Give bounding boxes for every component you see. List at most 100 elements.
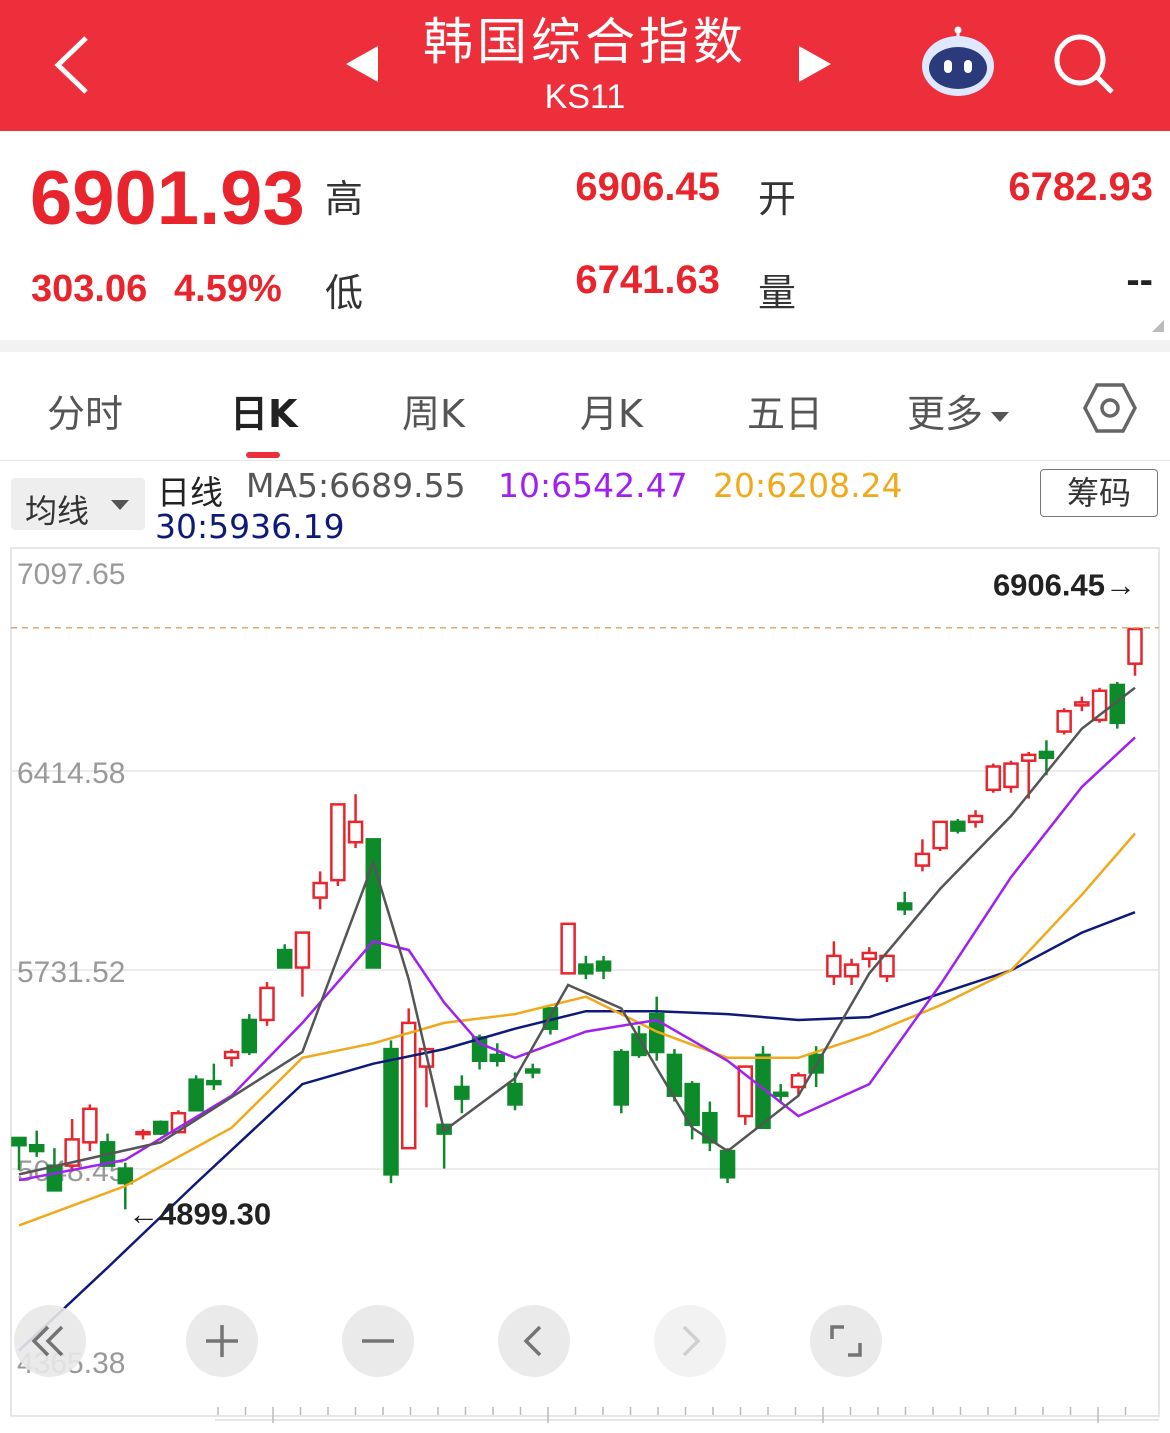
settings-hexagon-icon[interactable]: [1082, 380, 1138, 436]
high-label: 高: [325, 177, 364, 221]
candle-body: [985, 765, 1002, 792]
candle-body: [826, 954, 842, 978]
candle-body: [1056, 709, 1072, 733]
ma30-line: [18, 911, 1136, 1352]
zoom-in-button[interactable]: [186, 1305, 258, 1377]
ma5-value: MA5:6689.55: [246, 466, 466, 505]
fullscreen-button[interactable]: [810, 1305, 882, 1377]
candle-body: [950, 820, 966, 832]
high-value: 6906.45: [575, 165, 720, 209]
tab-intraday[interactable]: 分时: [47, 383, 123, 438]
candles-layer: [11, 627, 1143, 1210]
corner-triangle-icon: [1152, 320, 1164, 332]
next-index-icon[interactable]: [797, 44, 833, 84]
section-divider: [0, 340, 1170, 352]
candle-body: [188, 1078, 204, 1112]
tab-five-day[interactable]: 五日: [747, 383, 823, 438]
candle-body: [241, 1018, 258, 1054]
candle-body: [1003, 762, 1019, 789]
y-tick-label: 6414.58: [17, 757, 125, 790]
active-tab-underline: [246, 452, 280, 458]
candle-body: [28, 1143, 45, 1153]
candle-body: [1038, 750, 1055, 760]
candle-body: [294, 931, 311, 969]
change-percent: 4.59%: [174, 268, 282, 310]
candlestick-chart[interactable]: 7097.656414.585731.525048.454365.38 6906…: [0, 545, 1170, 1433]
candle-body: [772, 1091, 789, 1097]
open-label: 开: [758, 177, 797, 221]
candle-body: [330, 803, 346, 882]
zoom-out-button[interactable]: [342, 1305, 414, 1377]
avg-label: 均线: [25, 492, 90, 530]
candle-body: [507, 1082, 523, 1106]
price-change: 303.06: [31, 268, 148, 310]
ma10-line: [18, 736, 1136, 1182]
search-icon[interactable]: [1052, 32, 1118, 98]
moving-average-selector[interactable]: 均线: [11, 478, 145, 530]
tab-daily-k[interactable]: 日K: [230, 383, 297, 438]
candle-body: [595, 960, 612, 972]
candle-body: [613, 1050, 630, 1106]
scroll-right-button[interactable]: [654, 1305, 726, 1377]
dropdown-arrow-icon: [991, 411, 1010, 422]
candle-body: [790, 1074, 807, 1089]
volume-value: --: [1126, 258, 1153, 302]
candle-body: [117, 1167, 134, 1185]
double-chevron-left-icon: [31, 1325, 64, 1357]
ma20-line: [18, 832, 1136, 1227]
max-price-label: 6906.45→: [993, 568, 1136, 603]
candle-body: [914, 852, 931, 867]
tabs-bottom-border: [0, 460, 1170, 461]
low-label: 低: [325, 271, 364, 315]
candle-body: [896, 902, 913, 911]
candle-body: [1020, 753, 1037, 762]
dropdown-arrow-icon: [111, 500, 129, 510]
candle-body: [524, 1068, 541, 1074]
candle-body: [560, 922, 576, 975]
candle-body: [489, 1053, 506, 1063]
tab-more-label: 更多: [907, 392, 984, 436]
scroll-left-button[interactable]: [498, 1305, 570, 1377]
candle-body: [82, 1107, 98, 1144]
candle-body: [578, 963, 594, 975]
candle-body: [135, 1130, 151, 1136]
tab-more[interactable]: 更多: [907, 383, 1011, 438]
volume-label: 量: [758, 271, 797, 315]
low-value: 6741.63: [575, 258, 720, 302]
ma-lines-layer: [18, 686, 1136, 1352]
candle-body: [347, 820, 364, 844]
ma5-line: [18, 686, 1136, 1176]
candle-body: [400, 1021, 417, 1150]
candle-body: [259, 986, 275, 1022]
candle-body: [223, 1050, 240, 1060]
candle-body: [46, 1164, 63, 1192]
candle-body: [383, 1047, 399, 1176]
ma20-value: 20:6208.24: [713, 466, 903, 505]
candle-body: [276, 948, 293, 969]
ma10-value: 10:6542.47: [498, 466, 688, 505]
ma30-value: 30:5936.19: [155, 507, 345, 546]
chevron-right-icon: [682, 1325, 701, 1357]
y-axis-labels: 7097.656414.585731.525048.454365.38: [17, 558, 125, 1380]
candle-body: [967, 814, 984, 824]
tab-monthly-k[interactable]: 月K: [580, 383, 643, 438]
y-tick-label: 5731.52: [17, 956, 125, 989]
candle-body: [206, 1079, 222, 1086]
y-tick-label: 7097.65: [17, 558, 125, 591]
candle-body: [861, 951, 878, 961]
chip-distribution-button[interactable]: 筹码: [1040, 469, 1158, 517]
candle-body: [1074, 701, 1090, 707]
open-value: 6782.93: [1008, 165, 1153, 209]
candle-body: [454, 1085, 470, 1100]
min-price-label: ←4899.30: [128, 1196, 271, 1231]
minus-icon: [362, 1339, 394, 1343]
candle-body: [312, 881, 328, 899]
x-axis-ticks: [215, 1407, 1159, 1423]
candle-body: [719, 1149, 736, 1179]
plus-icon: [206, 1325, 238, 1357]
current-price: 6901.93: [30, 156, 305, 241]
scroll-left-fast-button[interactable]: [14, 1305, 86, 1377]
tab-weekly-k[interactable]: 周K: [402, 383, 465, 438]
robot-assistant-icon[interactable]: [918, 26, 998, 100]
candle-body: [1127, 627, 1143, 665]
